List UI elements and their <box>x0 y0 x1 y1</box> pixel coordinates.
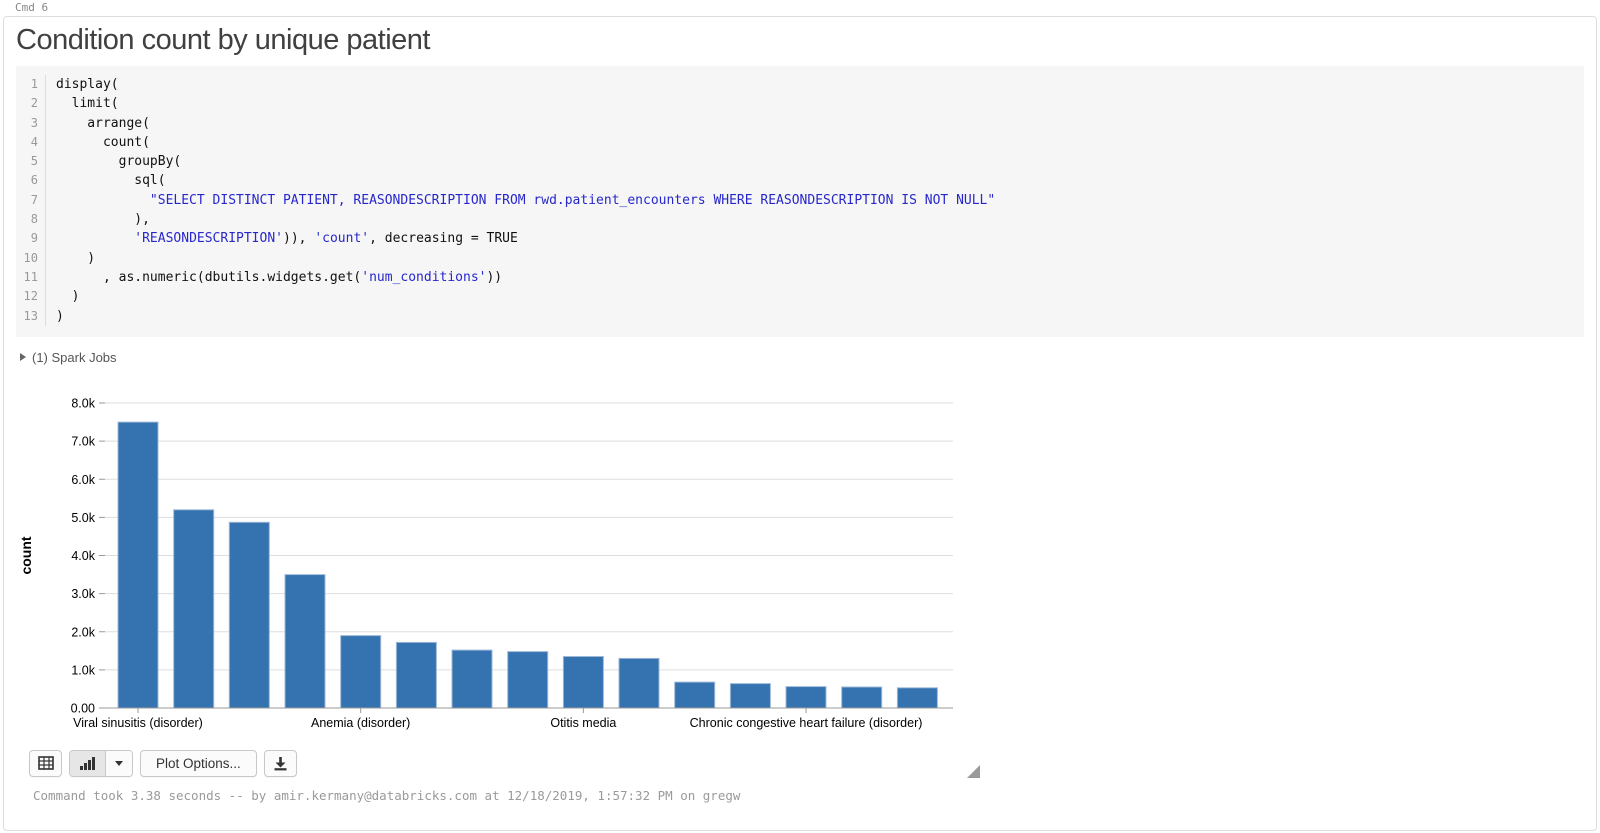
svg-text:count: count <box>18 536 34 574</box>
code-editor[interactable]: 1display(2 limit(3 arrange(4 count(5 gro… <box>16 66 1584 337</box>
svg-text:3.0k: 3.0k <box>71 587 95 601</box>
collapse-arrow-icon <box>20 353 26 361</box>
code-line: 10 ) <box>16 249 1584 268</box>
code-line: 7 "SELECT DISTINCT PATIENT, REASONDESCRI… <box>16 191 1584 210</box>
code-line: 11 , as.numeric(dbutils.widgets.get('num… <box>16 268 1584 287</box>
code-line: 9 'REASONDESCRIPTION')), 'count', decrea… <box>16 229 1584 248</box>
svg-text:4.0k: 4.0k <box>71 549 95 563</box>
download-result-button[interactable] <box>264 750 297 777</box>
code-line: 6 sql( <box>16 171 1584 190</box>
caret-down-icon <box>115 761 123 766</box>
code-line: 12 ) <box>16 287 1584 306</box>
show-chart-button[interactable] <box>70 751 106 776</box>
code-line: 8 ), <box>16 210 1584 229</box>
code-line: 13) <box>16 307 1584 326</box>
code-line: 5 groupBy( <box>16 152 1584 171</box>
table-icon <box>38 756 54 770</box>
svg-text:Otitis media: Otitis media <box>550 716 616 730</box>
chart-container: 0.00 1.0k 2.0k 3.0k 4.0k 5.0k 6.0k 7.0k 8.0k Vira… <box>4 391 994 736</box>
bar-chart-icon <box>80 756 95 770</box>
svg-text:6.0k: 6.0k <box>71 473 95 487</box>
svg-text:2.0k: 2.0k <box>71 625 95 639</box>
resize-handle[interactable] <box>967 765 980 778</box>
chart-type-button-group <box>69 750 133 777</box>
result-toolbar: Plot Options... <box>29 750 1596 777</box>
code-line: 3 arrange( <box>16 114 1584 133</box>
code-line: 4 count( <box>16 133 1584 152</box>
chart-type-dropdown-button[interactable] <box>106 751 132 776</box>
code-line: 2 limit( <box>16 94 1584 113</box>
svg-text:8.0k: 8.0k <box>71 396 95 410</box>
svg-text:5.0k: 5.0k <box>71 511 95 525</box>
plot-options-button[interactable]: Plot Options... <box>140 750 257 777</box>
cell-title: Condition count by unique patient <box>16 24 1584 57</box>
notebook-page: Cmd 6 Condition count by unique patient … <box>0 0 1600 833</box>
svg-text:Chronic congestive heart failu: Chronic congestive heart failure (disord… <box>690 716 923 730</box>
svg-text:7.0k: 7.0k <box>71 434 95 448</box>
svg-text:Anemia (disorder): Anemia (disorder) <box>311 716 410 730</box>
command-status: Command took 3.38 seconds -- by amir.ker… <box>33 788 1596 803</box>
code-line: 1display( <box>16 75 1584 94</box>
spark-jobs-toggle[interactable]: (1) Spark Jobs <box>20 350 1596 365</box>
svg-text:1.0k: 1.0k <box>71 663 95 677</box>
svg-text:0.00: 0.00 <box>71 701 95 715</box>
cmd-label: Cmd 6 <box>0 0 1600 16</box>
notebook-cell: Condition count by unique patient 1displ… <box>3 16 1597 831</box>
show-table-button[interactable] <box>29 750 62 777</box>
svg-text:Viral sinusitis (disorder): Viral sinusitis (disorder) <box>73 716 203 730</box>
spark-jobs-label: (1) Spark Jobs <box>32 350 117 365</box>
bar-chart: 0.00 1.0k 2.0k 3.0k 4.0k 5.0k 6.0k 7.0k 8.0k Vira… <box>4 391 994 736</box>
download-icon <box>273 756 288 771</box>
